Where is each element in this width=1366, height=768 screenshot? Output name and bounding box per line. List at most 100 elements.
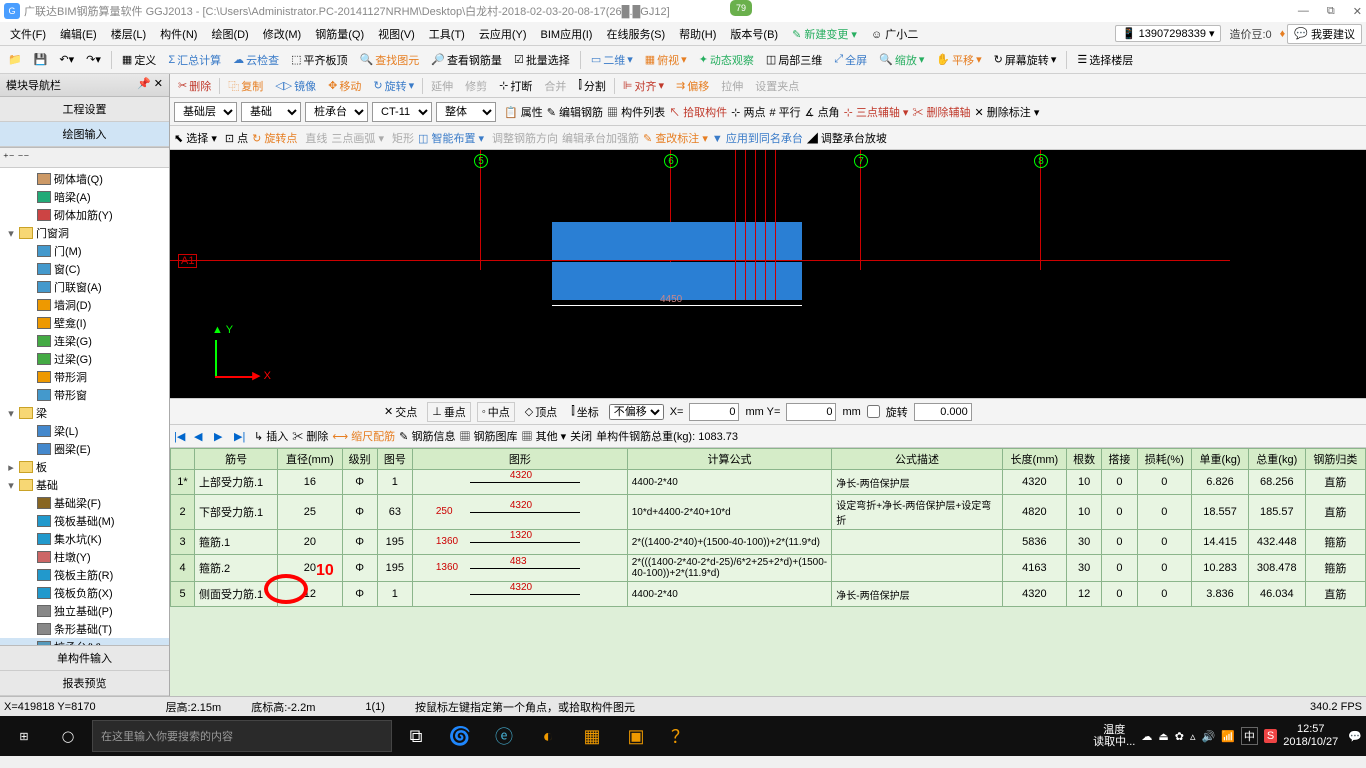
tree-item[interactable]: 窗(C) (0, 260, 169, 278)
split-button[interactable]: ⫿ 分割 (574, 77, 610, 95)
zoom-button[interactable]: 🔍 缩放 ▾ (875, 50, 928, 70)
user-label[interactable]: ☺ 广小二 (865, 24, 924, 44)
tree-item[interactable]: 砌体墙(Q) (0, 170, 169, 188)
cloud-check-button[interactable]: ☁ 云检查 (229, 50, 283, 70)
tree-item[interactable]: 砌体加筋(Y) (0, 206, 169, 224)
minimize-button[interactable]: — (1298, 5, 1309, 18)
component-tree[interactable]: 砌体墙(Q)暗梁(A)砌体加筋(Y)▾门窗洞门(M)窗(C)门联窗(A)墙洞(D… (0, 168, 169, 645)
menu-bim[interactable]: BIM应用(I) (535, 24, 599, 44)
two-point-button[interactable]: ⊹ 两点 (731, 104, 765, 120)
component-list-button[interactable]: ▦ 构件列表 (607, 104, 665, 120)
menu-version[interactable]: 版本号(B) (724, 24, 784, 44)
tree-item[interactable]: 独立基础(P) (0, 602, 169, 620)
menu-draw[interactable]: 绘图(D) (205, 24, 254, 44)
fullscreen-button[interactable]: ⤢ 全屏 (830, 50, 871, 70)
tree-item[interactable]: 条形基础(T) (0, 620, 169, 638)
scale-rebar-button[interactable]: ⟷ 缩尺配筋 (332, 428, 395, 444)
tree-item[interactable]: 集水坑(K) (0, 530, 169, 548)
ie-icon[interactable]: ⓔ (484, 716, 524, 756)
open-button[interactable]: 📁 (4, 51, 26, 68)
tree-item[interactable]: 连梁(G) (0, 332, 169, 350)
snap-intersect[interactable]: ✕ 交点 (380, 403, 421, 421)
floor-combo[interactable]: 基础层 (174, 102, 237, 122)
tree-item[interactable]: 筏板基础(M) (0, 512, 169, 530)
rebar-info-button[interactable]: ✎ 钢筋信息 (399, 428, 455, 444)
save-button[interactable]: 💾 (30, 51, 52, 68)
rotate-checkbox[interactable] (867, 405, 880, 418)
apply-same-button[interactable]: ▼ 应用到同名承台 (712, 130, 803, 146)
2d-button[interactable]: ▭ 二维 ▾ (587, 50, 637, 70)
maximize-button[interactable]: ⧉ (1327, 5, 1335, 18)
offset-button[interactable]: ⇉ 偏移 (672, 77, 713, 95)
tree-item[interactable]: 门联窗(A) (0, 278, 169, 296)
snap-vertex[interactable]: ◇ 顶点 (521, 403, 561, 421)
taskview-icon[interactable]: ⧉ (396, 716, 436, 756)
menu-view[interactable]: 视图(V) (372, 24, 421, 44)
batch-select-button[interactable]: ☑ 批量选择 (510, 50, 574, 70)
grip-button[interactable]: 设置夹点 (751, 77, 803, 95)
menu-tools[interactable]: 工具(T) (423, 24, 471, 44)
tree-item[interactable]: ▾梁 (0, 404, 169, 422)
tree-item[interactable]: 门(M) (0, 242, 169, 260)
prev-row-button[interactable]: ◀ (194, 430, 210, 443)
align-button[interactable]: ⊫ 对齐 ▾ (619, 77, 668, 95)
app-icon-1[interactable]: 🌀 (440, 716, 480, 756)
smart-layout-button[interactable]: ◫ 智能布置 ▾ (418, 130, 484, 146)
stretch-button[interactable]: 拉伸 (717, 77, 747, 95)
select-floor-button[interactable]: ☰ 选择楼层 (1073, 50, 1137, 70)
tree-item[interactable]: 暗梁(A) (0, 188, 169, 206)
snap-perp[interactable]: ⊥ 垂点 (427, 402, 471, 422)
tree-item[interactable]: 圈梁(E) (0, 440, 169, 458)
rebar-lib-button[interactable]: ▦ 钢筋图库 (459, 428, 517, 444)
menu-help[interactable]: 帮助(H) (673, 24, 722, 44)
tree-item[interactable]: 带形窗 (0, 386, 169, 404)
move-button[interactable]: ✥ 移动 (324, 77, 365, 95)
tree-item[interactable]: 壁龛(I) (0, 314, 169, 332)
check-dim-button[interactable]: ✎ 查改标注 ▾ (643, 130, 708, 146)
phone-button[interactable]: 📱 13907298339 ▾ (1115, 25, 1222, 42)
edit-reinforce-button[interactable]: 编辑承台加强筋 (562, 130, 639, 146)
table-row[interactable]: 5侧面受力筋.112Φ143204400-2*40净长-两倍保护层4320120… (171, 582, 1366, 607)
tree-item[interactable]: 带形洞 (0, 368, 169, 386)
rotate-point-tool[interactable]: ↻ 旋转点 (252, 130, 297, 146)
clock[interactable]: 12:572018/10/27 (1283, 723, 1342, 749)
search-box[interactable]: 在这里输入你要搜索的内容 (92, 720, 392, 752)
local-3d-button[interactable]: ◫ 局部三维 (762, 50, 826, 70)
orbit-button[interactable]: ✦ 动态观察 (695, 50, 758, 70)
menu-component[interactable]: 构件(N) (154, 24, 203, 44)
table-row[interactable]: 2下部受力筋.125Φ63250432010*d+4400-2*40+10*d设… (171, 495, 1366, 530)
break-button[interactable]: ⊹ 打断 (495, 77, 536, 95)
tree-item[interactable]: 基础梁(F) (0, 494, 169, 512)
tree-item[interactable]: 筏板负筋(X) (0, 584, 169, 602)
del-aux-button[interactable]: ✂ 删除辅轴 (912, 104, 970, 120)
align-slab-button[interactable]: ⬚ 平齐板顶 (287, 50, 351, 70)
mirror-button[interactable]: ◁▷ 镜像 (271, 77, 320, 95)
menu-file[interactable]: 文件(F) (4, 24, 52, 44)
copy-button[interactable]: ⿻ 复制 (224, 77, 267, 95)
snap-mid[interactable]: ◦ 中点 (477, 402, 515, 422)
line-tool[interactable]: 直线 (305, 130, 327, 146)
tree-item[interactable]: 梁(L) (0, 422, 169, 440)
y-input[interactable] (786, 403, 836, 421)
tree-item[interactable]: 过梁(G) (0, 350, 169, 368)
top-view-button[interactable]: ▦ 俯视 ▾ (641, 50, 691, 70)
menu-cloud[interactable]: 云应用(Y) (473, 24, 533, 44)
screen-rotate-button[interactable]: ↻ 屏幕旋转 ▾ (990, 50, 1061, 70)
table-row[interactable]: 4箍筋.220Φ19513604832*(((1400-2*40-2*d-25)… (171, 555, 1366, 582)
find-button[interactable]: 🔍 查找图元 (356, 50, 424, 70)
edit-rebar-button[interactable]: ✎ 编辑钢筋 (547, 104, 603, 120)
redo-button[interactable]: ↷▾ (82, 51, 105, 68)
point-tool[interactable]: ⊡ 点 (225, 130, 248, 146)
tree-item[interactable]: 筏板主筋(R) (0, 566, 169, 584)
start-button[interactable]: ⊞ (4, 716, 44, 756)
del-dim-button[interactable]: ✕ 删除标注 ▾ (974, 104, 1039, 120)
trim-button[interactable]: 修剪 (461, 77, 491, 95)
pin-icon[interactable]: 📌 ✕ (137, 77, 163, 93)
name-combo[interactable]: CT-11 (372, 102, 432, 122)
pick-button[interactable]: ↖ 拾取构件 (669, 104, 727, 120)
delete-row-button[interactable]: ✂ 删除 (292, 428, 328, 444)
tree-item[interactable]: ▾门窗洞 (0, 224, 169, 242)
point-angle-button[interactable]: ∡ 点角 (805, 104, 840, 120)
system-tray[interactable]: 温度读取中... ☁⏏✿▵🔊📶 中 S 12:572018/10/27 💬 (1093, 723, 1362, 749)
calc-button[interactable]: Σ 汇总计算 (164, 50, 225, 70)
